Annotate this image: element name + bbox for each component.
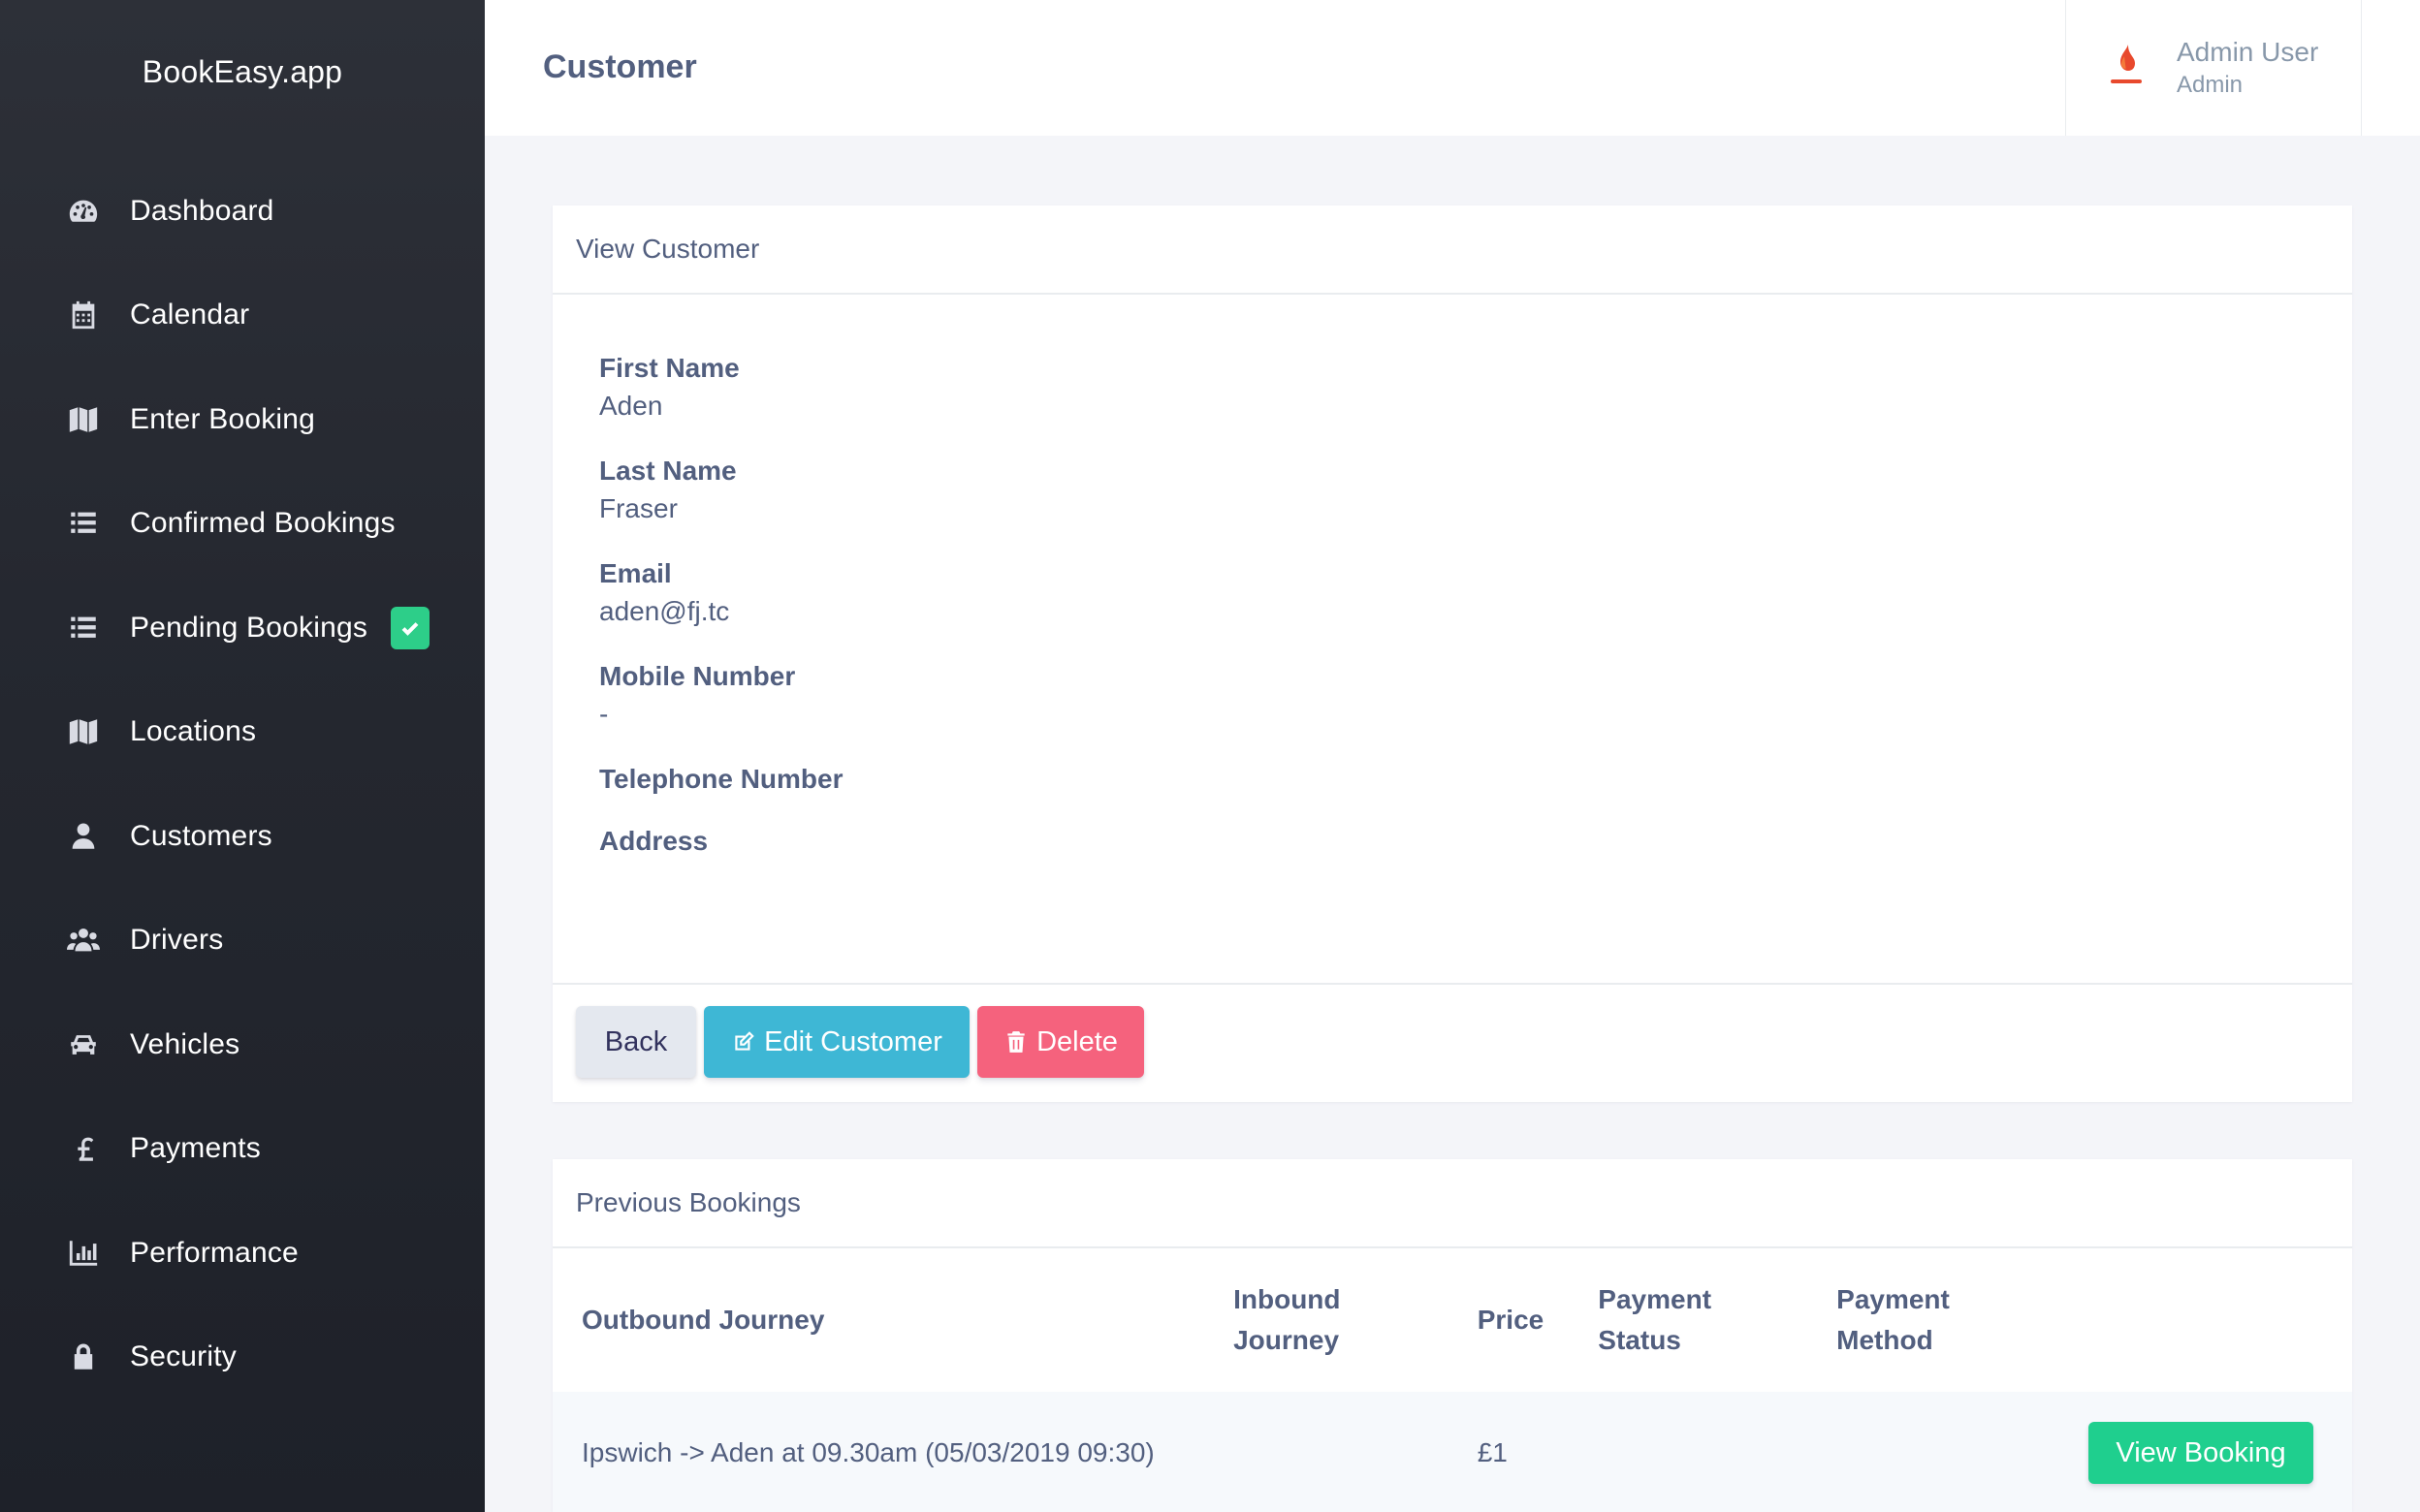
user-icon: [66, 819, 101, 854]
list-icon: [66, 506, 101, 541]
dashboard-icon: [66, 194, 101, 229]
trash-icon: [1007, 1031, 1025, 1053]
table-row: Ipswich -> Aden at 09.30am (05/03/2019 0…: [553, 1392, 2352, 1512]
sidebar-item-label: Drivers: [130, 924, 224, 957]
sidebar-item-locations[interactable]: Locations: [0, 680, 485, 785]
avatar: [2099, 41, 2153, 95]
sidebar-item-customers[interactable]: Customers: [0, 784, 485, 889]
column-header: Payment Method: [1836, 1284, 1950, 1355]
sidebar-item-performance[interactable]: Performance: [0, 1201, 485, 1306]
field-email: Email aden@fj.tc: [599, 556, 2306, 632]
sidebar-item-label: Customers: [130, 819, 272, 852]
field-telephone-number: Telephone Number: [599, 762, 2306, 797]
sidebar-item-label: Confirmed Bookings: [130, 507, 396, 540]
field-label: Address: [599, 826, 709, 856]
sidebar-item-drivers[interactable]: Drivers: [0, 889, 485, 993]
edit-customer-button[interactable]: Edit Customer: [704, 1006, 970, 1078]
sidebar-item-pending-bookings[interactable]: Pending Bookings: [0, 576, 485, 680]
field-last-name: Last Name Fraser: [599, 454, 2306, 529]
sidebar-item-label: Enter Booking: [130, 402, 316, 435]
brand-logo[interactable]: BookEasy.app: [0, 54, 485, 90]
customer-details: First Name Aden Last Name Fraser Email a…: [553, 295, 2352, 985]
sidebar: BookEasy.app Dashboard Calendar Enter Bo…: [0, 0, 485, 1512]
customer-actions: Back Edit Customer Delete: [576, 1006, 1144, 1078]
back-button-label: Back: [604, 1025, 668, 1057]
sidebar-item-vehicles[interactable]: Vehicles: [0, 992, 485, 1097]
back-button[interactable]: Back: [576, 1006, 696, 1078]
map-icon: [66, 402, 101, 437]
user-role: Admin: [2177, 72, 2244, 98]
inbound-cell: [1233, 1392, 1478, 1512]
view-booking-button[interactable]: View Booking: [2088, 1422, 2313, 1484]
sidebar-item-label: Security: [130, 1340, 237, 1373]
card-title: Previous Bookings: [553, 1159, 2352, 1248]
bookings-table: Outbound Journey Inbound Journey Price P…: [553, 1248, 2352, 1512]
price-cell: £1: [1477, 1437, 1508, 1467]
field-value: -: [599, 699, 609, 729]
edit-customer-label: Edit Customer: [764, 1025, 942, 1057]
field-label: First Name: [599, 353, 740, 383]
column-header: Inbound Journey: [1233, 1284, 1341, 1355]
table-header-row: Outbound Journey Inbound Journey Price P…: [553, 1248, 2352, 1392]
edit-icon: [735, 1031, 754, 1051]
actions-cell: View Booking: [2088, 1392, 2352, 1512]
sidebar-nav: Dashboard Calendar Enter Booking Confirm…: [0, 159, 485, 1409]
field-value: Fraser: [599, 493, 678, 523]
users-icon: [66, 923, 101, 958]
field-value: aden@fj.tc: [599, 596, 730, 626]
field-label: Telephone Number: [599, 764, 844, 794]
top-bar: Customer Admin User Admin: [485, 0, 2420, 136]
field-address: Address: [599, 824, 2306, 859]
sidebar-item-label: Dashboard: [130, 194, 274, 227]
sidebar-item-label: Payments: [130, 1132, 261, 1165]
sidebar-item-label: Calendar: [130, 299, 250, 331]
sidebar-item-enter-booking[interactable]: Enter Booking: [0, 367, 485, 472]
column-header: Outbound Journey: [582, 1305, 825, 1335]
sidebar-item-label: Pending Bookings: [130, 611, 368, 644]
page-title: Customer: [543, 48, 697, 85]
pound-icon: [66, 1131, 101, 1166]
sidebar-item-payments[interactable]: Payments: [0, 1097, 485, 1202]
user-name: Admin User: [2177, 37, 2319, 67]
sidebar-item-confirmed-bookings[interactable]: Confirmed Bookings: [0, 472, 485, 577]
previous-bookings-card: Previous Bookings Outbound Journey Inbou…: [553, 1159, 2352, 1512]
column-header: Payment Status: [1598, 1284, 1712, 1355]
view-customer-card: View Customer First Name Aden Last Name …: [553, 205, 2352, 1102]
bar-chart-icon: [66, 1236, 101, 1271]
delete-label: Delete: [1036, 1025, 1118, 1057]
field-mobile-number: Mobile Number -: [599, 659, 2306, 735]
field-label: Email: [599, 558, 672, 588]
sidebar-item-label: Vehicles: [130, 1027, 240, 1060]
column-header-actions: [2088, 1248, 2352, 1392]
outbound-cell: Ipswich -> Aden at 09.30am (05/03/2019 0…: [582, 1437, 1155, 1467]
delete-button[interactable]: Delete: [977, 1006, 1144, 1078]
car-icon: [66, 1027, 101, 1062]
payment-method-cell: [1836, 1392, 2088, 1512]
list-icon: [66, 611, 101, 646]
lock-icon: [66, 1339, 101, 1374]
check-icon: [391, 606, 430, 649]
field-first-name: First Name Aden: [599, 351, 2306, 426]
sidebar-item-label: Performance: [130, 1236, 299, 1269]
sidebar-item-security[interactable]: Security: [0, 1306, 485, 1410]
field-label: Last Name: [599, 456, 737, 486]
field-label: Mobile Number: [599, 661, 796, 691]
field-value: Aden: [599, 391, 663, 421]
sidebar-item-dashboard[interactable]: Dashboard: [0, 159, 485, 264]
card-title: View Customer: [553, 205, 2352, 295]
map-icon: [66, 714, 101, 749]
flame-logo-icon: [2111, 45, 2142, 83]
column-header: Price: [1477, 1305, 1544, 1335]
user-menu[interactable]: Admin User Admin: [2065, 0, 2362, 136]
sidebar-item-calendar[interactable]: Calendar: [0, 264, 485, 368]
calendar-icon: [66, 298, 101, 332]
user-info: Admin User Admin: [2177, 37, 2318, 99]
payment-status-cell: [1598, 1392, 1836, 1512]
sidebar-item-label: Locations: [130, 715, 257, 748]
